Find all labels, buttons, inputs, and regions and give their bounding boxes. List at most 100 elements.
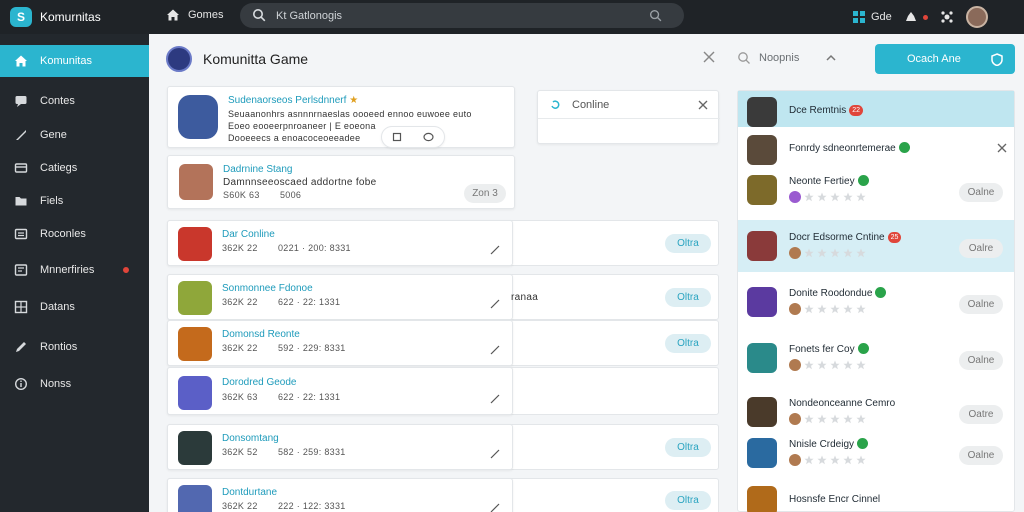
status-pill[interactable]: Oatre <box>959 405 1003 424</box>
rating <box>789 413 866 425</box>
chevron-up-icon[interactable] <box>825 53 837 63</box>
copy-icon[interactable] <box>392 132 402 142</box>
list-item[interactable]: Donsomtang 362K 52 582 · 259: 8331 <box>167 424 513 470</box>
comment-icon <box>15 96 27 107</box>
row-meta-a: 362K 22 <box>222 243 258 253</box>
pending-meta-b: 5006 <box>280 190 302 200</box>
list-item[interactable]: Dontdurtane 362K 22 222 · 122: 3331 <box>167 478 513 512</box>
status-pill[interactable]: Oltra <box>665 334 711 353</box>
sidebar-item-gene[interactable]: Gene <box>0 119 149 151</box>
list-item[interactable]: Dar Conline 362K 22 0221 · 200: 8331 <box>167 220 513 266</box>
list-item[interactable]: Hosnsfe Encr Cinnel <box>747 486 1009 512</box>
sidebar-item-label: Datans <box>40 301 75 313</box>
feature-line-2: Eoeo eooeerpnroaneer | E eoeona <box>228 121 376 131</box>
brand-logo: S <box>10 7 32 27</box>
list-item[interactable]: Nnisle Crdeigy Oalne <box>747 438 1009 470</box>
coin-icon <box>789 303 801 315</box>
pending-meta-a: S60K 63 <box>223 190 260 200</box>
status-pill[interactable]: Oltra <box>665 491 711 510</box>
list-item[interactable]: Sonmonnee Fdonoe 362K 22 622 · 22: 1331 <box>167 274 513 320</box>
folder-icon <box>15 197 27 206</box>
settings-icon[interactable] <box>940 10 954 24</box>
list-item[interactable]: Donite Roodondue Oalne <box>747 287 1009 319</box>
sidebar-item-label: Fiels <box>40 195 64 207</box>
sidebar-item-fiels[interactable]: Fiels <box>0 185 149 217</box>
notification-dot <box>922 14 928 20</box>
sidebar-item-mnnerfiries[interactable]: Mnnerfiries <box>0 254 149 286</box>
sidebar-item-nonss[interactable]: Nonss <box>0 368 149 400</box>
edit-icon[interactable] <box>490 503 500 512</box>
grid-icon <box>853 11 865 23</box>
game-icon <box>178 485 212 512</box>
list-item[interactable]: Docr Edsorme Cntine 25 Oalre <box>747 231 1009 263</box>
list-item[interactable]: Nondeonceanne Cemro Oatre <box>747 397 1009 429</box>
primary-action-button[interactable]: Ocach Ane <box>875 44 1015 74</box>
edit-icon[interactable] <box>490 449 500 459</box>
list-item[interactable]: Domonsd Reonte 362K 22 592 · 229: 8331 <box>167 320 513 366</box>
home-link[interactable]: Gomes <box>166 8 223 22</box>
notifications[interactable] <box>904 10 928 24</box>
sidebar-item-label: Gene <box>40 129 67 141</box>
sidebar-item-datans[interactable]: Datans <box>0 291 149 323</box>
sidebar-item-contes[interactable]: Contes <box>0 85 149 117</box>
edit-icon[interactable] <box>490 394 500 404</box>
game-icon <box>178 327 212 361</box>
list-item[interactable]: Dorodred Geode 362K 63 622 · 22: 1331 <box>167 367 513 415</box>
status-pill[interactable]: Oalne <box>959 183 1003 202</box>
edit-icon[interactable] <box>490 245 500 255</box>
star-icon <box>856 414 866 424</box>
filter-toggle[interactable]: Noopnis <box>737 51 799 65</box>
row-meta-b: 592 · 229: 8331 <box>278 343 346 353</box>
row-title: Domonsd Reonte <box>222 329 300 340</box>
right-item-title: Fonets fer Coy <box>789 343 869 355</box>
row-meta-a: 362K 22 <box>222 297 258 307</box>
sidebar-item-roconles[interactable]: Roconles <box>0 218 149 250</box>
right-item-title: Donite Roodondue <box>789 287 887 299</box>
games-menu[interactable]: Gde <box>852 10 892 24</box>
close-icon[interactable] <box>698 100 708 110</box>
feature-actions <box>381 126 445 148</box>
page-title: Komunitta Game <box>203 51 309 67</box>
primary-action-label: Ocach Ane <box>907 53 961 65</box>
online-card[interactable]: Conline <box>537 90 720 144</box>
status-pill[interactable]: Oalne <box>959 351 1003 370</box>
list-item[interactable]: Fonrdy sdneonrtemerae <box>747 135 1009 167</box>
row-meta-b: 582 · 259: 8331 <box>278 447 346 457</box>
search-input[interactable] <box>276 7 616 24</box>
status-pill[interactable]: Oalre <box>959 239 1003 258</box>
sidebar-item-rontios[interactable]: Rontios <box>0 331 149 363</box>
edit-icon[interactable] <box>490 299 500 309</box>
star-icon <box>804 455 814 465</box>
chat-icon[interactable] <box>423 132 434 142</box>
star-icon <box>817 192 827 202</box>
sidebar-item-komunitas[interactable]: Komunitas <box>0 45 149 77</box>
verified-icon <box>875 287 887 298</box>
star-icon <box>817 455 827 465</box>
status-pill[interactable]: Oltra <box>665 234 711 253</box>
rating <box>789 247 866 259</box>
star-icon <box>817 414 827 424</box>
sidebar-item-catiegs[interactable]: Catiegs <box>0 152 149 184</box>
feature-card[interactable]: Sudenaorseos Perlsdnnerf ★ Seuaanonhrs a… <box>167 86 515 148</box>
status-pill[interactable]: Oalne <box>959 446 1003 465</box>
search-submit-icon[interactable] <box>649 9 662 22</box>
top-right-actions: Gde <box>852 5 988 29</box>
pending-card[interactable]: Dadrnine Stang Damnnseeoscaed addortne f… <box>167 155 515 209</box>
list-item[interactable]: Neonte Fertiey Oalne <box>747 175 1009 207</box>
star-icon <box>830 304 840 314</box>
user-avatar[interactable] <box>965 6 988 28</box>
status-pill[interactable]: Oltra <box>665 438 711 457</box>
pending-pill[interactable]: Zon 3 <box>464 184 506 203</box>
sidebar-item-label: Rontios <box>40 341 78 353</box>
list-item[interactable]: Dce Remtnis 22 <box>747 97 1009 129</box>
star-icon <box>804 304 814 314</box>
edit-icon[interactable] <box>490 345 500 355</box>
brand[interactable]: S Komurnitas <box>10 5 101 29</box>
close-icon[interactable] <box>997 143 1007 153</box>
verified-icon <box>857 438 869 449</box>
rating <box>789 454 866 466</box>
status-pill[interactable]: Oltra <box>665 288 711 307</box>
status-pill[interactable]: Oalne <box>959 295 1003 314</box>
close-icon[interactable] <box>702 50 716 64</box>
list-item[interactable]: Fonets fer Coy Oalne <box>747 343 1009 375</box>
